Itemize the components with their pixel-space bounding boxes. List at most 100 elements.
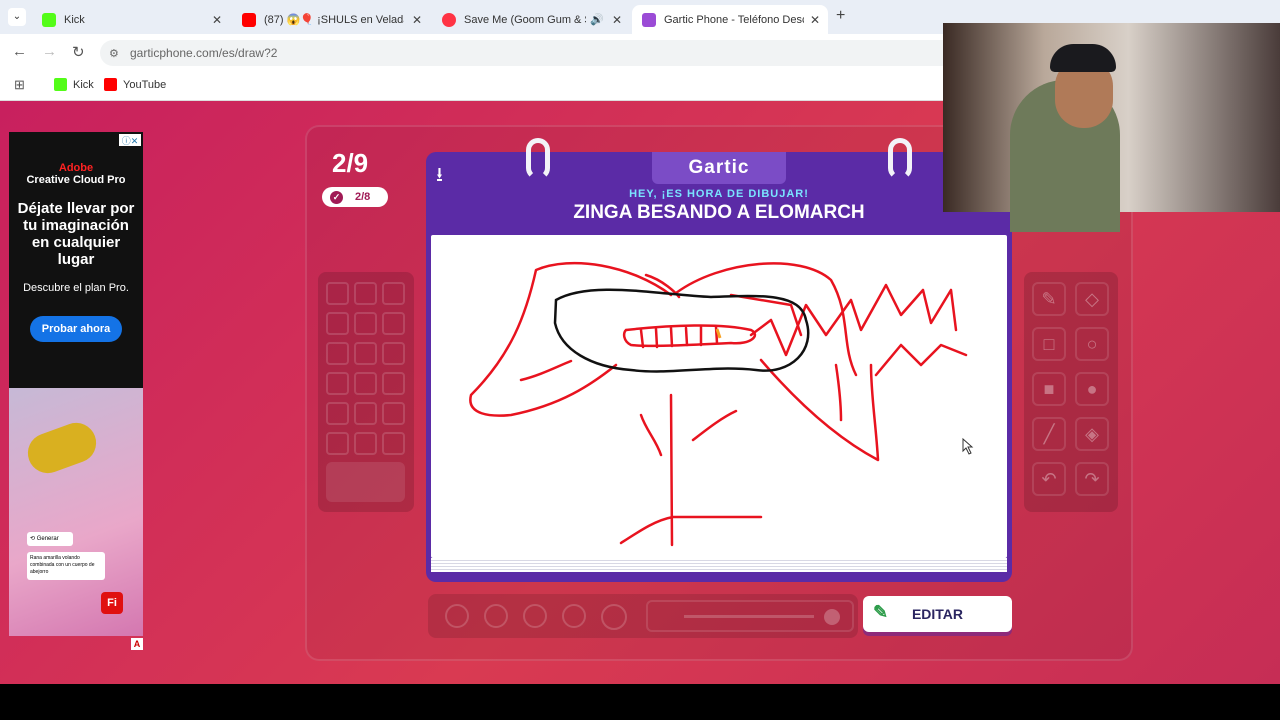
stroke xyxy=(519,359,573,382)
color-swatch[interactable] xyxy=(382,402,405,425)
reload-icon[interactable]: ↻ xyxy=(72,43,85,61)
ad-brand: Adobe xyxy=(58,162,94,174)
kick-icon xyxy=(54,78,67,91)
stroke xyxy=(619,515,763,545)
ad-banner[interactable]: Adobe Creative Cloud Pro Déjate llevar p… xyxy=(9,132,143,636)
pencil-icon: ✎ xyxy=(873,602,889,622)
stroke xyxy=(834,363,843,422)
color-swatch[interactable] xyxy=(354,402,377,425)
circle-outline-icon[interactable]: ○ xyxy=(1075,327,1109,361)
apps-grid-icon[interactable]: ⊞ xyxy=(14,77,25,93)
firefly-app-icon: Fi xyxy=(101,592,123,614)
color-swatch[interactable] xyxy=(382,312,405,335)
color-swatch[interactable] xyxy=(326,432,349,455)
brush-size-option[interactable] xyxy=(523,604,547,628)
stroke xyxy=(669,393,674,547)
ad-info-icon[interactable]: ⓘ✕ xyxy=(119,134,141,146)
drawing-canvas[interactable] xyxy=(431,235,1007,558)
site-info-icon[interactable]: ⚙ xyxy=(109,47,119,60)
brush-size-option[interactable] xyxy=(601,604,627,630)
slider-track xyxy=(684,615,814,618)
audio-playing-icon[interactable]: 🔊 xyxy=(590,13,604,26)
rectangle-outline-icon[interactable]: □ xyxy=(1032,327,1066,361)
color-swatch[interactable] xyxy=(326,342,349,365)
ad-cta-button[interactable]: Probar ahora xyxy=(29,316,123,342)
stroke xyxy=(622,324,757,348)
url-text: garticphone.com/es/draw?2 xyxy=(130,46,278,60)
color-swatch[interactable] xyxy=(382,432,405,455)
tab-list-dropdown[interactable]: ⌄ xyxy=(8,8,26,26)
ad-choices-icon[interactable]: A xyxy=(131,638,143,650)
brush-size-option[interactable] xyxy=(562,604,586,628)
stroke xyxy=(749,283,958,357)
eraser-icon[interactable]: ◇ xyxy=(1075,282,1109,316)
ad-brand-product: Creative Cloud Pro xyxy=(26,174,126,186)
ad-chip-generate: ⟲ Generar xyxy=(27,532,73,546)
close-tab-icon[interactable]: ✕ xyxy=(612,13,622,27)
youtube-icon xyxy=(242,12,256,27)
close-tab-icon[interactable]: ✕ xyxy=(810,13,820,27)
ad-headline: Déjate llevar por tu imaginación en cual… xyxy=(17,200,135,268)
circle-filled-icon[interactable]: ● xyxy=(1075,372,1109,406)
color-swatch[interactable] xyxy=(382,282,405,305)
drawing-strokes xyxy=(469,261,974,547)
undo-icon[interactable]: ↶ xyxy=(1032,462,1066,496)
brush-size-option[interactable] xyxy=(484,604,508,628)
rectangle-filled-icon[interactable]: ■ xyxy=(1032,372,1066,406)
stroke xyxy=(691,409,738,442)
tab-kick[interactable]: Kick ✕ xyxy=(32,5,230,34)
prompt-word: ZINGA BESANDO A ELOMARCH xyxy=(573,202,865,223)
bookmark-kick[interactable]: Kick xyxy=(54,78,94,91)
color-swatch[interactable] xyxy=(354,342,377,365)
tab-save-me[interactable]: Save Me (Goom Gum & Sty 🔊 ✕ xyxy=(432,5,630,34)
streamer-cap xyxy=(1050,44,1116,72)
color-swatch[interactable] xyxy=(354,372,377,395)
back-icon[interactable]: ← xyxy=(12,43,27,60)
color-swatch[interactable] xyxy=(354,312,377,335)
tools-panel: ✎ ◇ □ ○ ■ ● ╱ ◈ ↶ ↷ xyxy=(1024,272,1118,512)
round-counter: 2/9 xyxy=(332,148,369,178)
new-tab-button[interactable]: + xyxy=(836,7,845,25)
fill-bucket-icon[interactable]: ◈ xyxy=(1075,417,1109,451)
ad-image: ⟲ Generar Rana amarilla volando combinad… xyxy=(9,388,143,636)
color-swatch[interactable] xyxy=(354,432,377,455)
color-swatch[interactable] xyxy=(326,312,349,335)
close-tab-icon[interactable]: ✕ xyxy=(212,13,222,27)
gartic-icon xyxy=(642,12,656,27)
music-icon xyxy=(442,12,456,27)
bee-frog-illustration xyxy=(22,417,102,479)
gartic-logo: Gartic xyxy=(652,152,786,184)
paper-stack xyxy=(431,558,1007,572)
slider-handle[interactable] xyxy=(824,609,840,625)
color-swatch[interactable] xyxy=(326,402,349,425)
youtube-icon xyxy=(104,78,117,91)
kick-icon xyxy=(42,12,56,27)
custom-color-swatch[interactable] xyxy=(326,462,405,502)
color-swatch[interactable] xyxy=(326,372,349,395)
forward-icon[interactable]: → xyxy=(42,43,57,60)
stroke xyxy=(639,413,663,457)
color-swatch[interactable] xyxy=(354,282,377,305)
tab-gartic-phone[interactable]: Gartic Phone - Teléfono Descon ✕ xyxy=(632,5,828,34)
tab-youtube-velada[interactable]: (87) 😱🎈 ¡SHULS en Velada de ✕ xyxy=(232,5,430,34)
stroke xyxy=(759,358,880,462)
stroke xyxy=(874,343,968,377)
color-palette xyxy=(318,272,414,512)
edit-button[interactable]: ✎ EDITAR xyxy=(863,596,1012,632)
color-swatch[interactable] xyxy=(326,282,349,305)
line-icon[interactable]: ╱ xyxy=(1032,417,1066,451)
pencil-icon[interactable]: ✎ xyxy=(1032,282,1066,316)
check-icon: ✓ xyxy=(330,190,343,204)
stroke xyxy=(674,262,858,377)
binder-ring xyxy=(888,138,912,180)
players-done-badge: ✓ 2/8 xyxy=(322,187,388,207)
close-tab-icon[interactable]: ✕ xyxy=(412,13,422,27)
color-swatch[interactable] xyxy=(382,342,405,365)
opacity-slider[interactable] xyxy=(646,600,854,632)
brush-size-option[interactable] xyxy=(445,604,469,628)
redo-icon[interactable]: ↷ xyxy=(1075,462,1109,496)
bookmark-youtube[interactable]: YouTube xyxy=(104,78,166,91)
ad-chip-prompt: Rana amarilla volando combinada con un c… xyxy=(27,552,105,580)
color-swatch[interactable] xyxy=(382,372,405,395)
cursor-icon xyxy=(962,437,974,455)
